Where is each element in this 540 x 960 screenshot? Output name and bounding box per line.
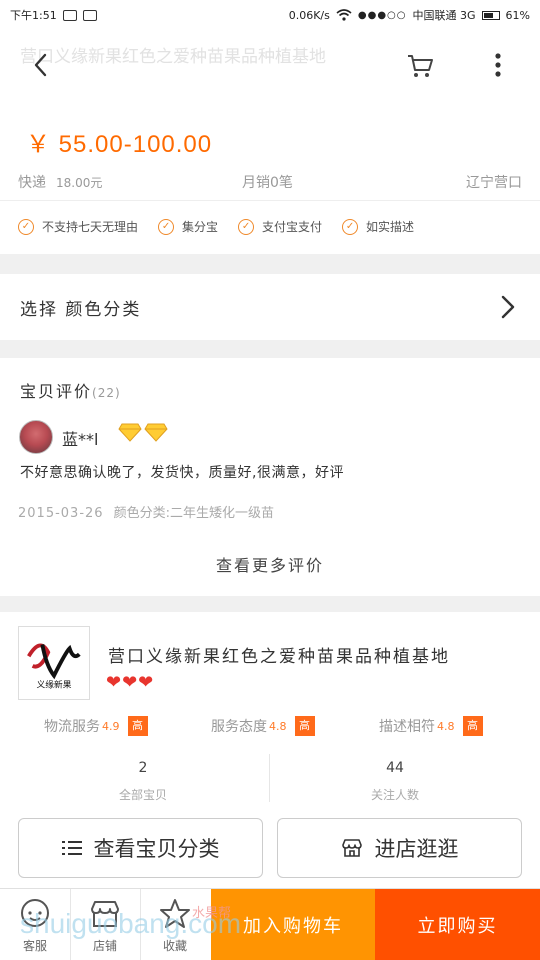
score-value: 4.8 xyxy=(437,719,455,733)
review-spec: 颜色分类:二年生矮化一级苗 xyxy=(113,506,274,521)
stat-total-items[interactable]: 2 全部宝贝 xyxy=(8,752,278,803)
shop-rating-hearts: ❤❤❤ xyxy=(106,672,155,693)
bottom-action-bar: 客服 店铺 收藏 加入购物车 立即购买 xyxy=(0,888,540,960)
shop-stats: 2 全部宝贝 44 关注人数 xyxy=(0,752,540,804)
price-range: ￥ 55.00-100.00 xyxy=(26,131,213,158)
stat-followers-label: 关注人数 xyxy=(370,788,419,802)
reviews-title[interactable]: 宝贝评价(22) xyxy=(20,378,121,402)
store-icon xyxy=(91,901,119,927)
check-circle-icon: ✓ xyxy=(18,218,34,235)
guarantee-item: ✓ 集分宝 xyxy=(158,218,218,235)
shipping-fee: 18.00元 xyxy=(56,176,103,190)
favorite-label: 收藏 xyxy=(162,939,187,953)
status-time: 下午1:51 xyxy=(10,9,57,22)
stat-followers[interactable]: 44 关注人数 xyxy=(260,752,530,803)
buy-now-button[interactable]: 立即购买 xyxy=(375,889,540,960)
shop-name[interactable]: 营口义缘新果红色之爱种苗果品种植基地 xyxy=(108,642,450,667)
price-section: ￥ 55.00-100.00 快递 18.00元 月销0笔 辽宁营口 ✓ 不支持七天… xyxy=(0,102,540,254)
reviews-title-label: 宝贝评价 xyxy=(20,382,93,401)
customer-service-label: 客服 xyxy=(22,939,47,953)
favorite-button[interactable]: 收藏 xyxy=(140,889,210,960)
avatar xyxy=(19,420,53,454)
review-meta: 2015-03-26 颜色分类:二年生矮化一级苗 xyxy=(18,502,274,521)
shipping-info: 快递 18.00元 xyxy=(18,172,102,192)
guarantee-label: 支付宝支付 xyxy=(262,220,323,234)
store-icon xyxy=(341,839,362,857)
battery-level: 61% xyxy=(505,8,530,22)
product-detail-screen: 下午1:51 0.06K/s ●●●○○ 中国联通 3G 61% 营口义缘新果红… xyxy=(0,0,540,960)
wifi-icon xyxy=(336,9,352,21)
divider xyxy=(0,200,540,201)
view-categories-button[interactable]: 查看宝贝分类 xyxy=(18,818,263,878)
enter-store-label: 进店逛逛 xyxy=(374,837,459,861)
battery-icon xyxy=(481,10,500,20)
notification-image-icon xyxy=(62,9,77,21)
guarantee-list[interactable]: ✓ 不支持七天无理由 ✓ 集分宝 ✓ 支付宝支付 ✓ 如实描述 xyxy=(18,218,414,235)
review-text: 不好意思确认晚了，发货快，质量好,很满意，好评 xyxy=(20,465,344,481)
review-username: 蓝**l xyxy=(62,430,99,449)
stat-total-items-label: 全部宝贝 xyxy=(118,788,167,802)
score-label: 物流服务 xyxy=(44,719,100,735)
ship-location: 辽宁营口 xyxy=(466,175,522,191)
score-tag: 高 xyxy=(462,716,483,736)
check-circle-icon: ✓ xyxy=(342,218,359,235)
customer-service-button[interactable]: 客服 xyxy=(0,889,70,960)
monthly-sales: 月销0笔 xyxy=(242,175,293,191)
cart-icon[interactable] xyxy=(405,50,435,80)
guarantee-item: ✓ 支付宝支付 xyxy=(238,218,322,235)
header-ghost-title: 营口义缘新果红色之爱种苗果品种植基地 xyxy=(20,47,326,67)
score-tag: 高 xyxy=(127,716,148,736)
diamond-icon xyxy=(144,423,168,442)
guarantee-label: 如实描述 xyxy=(366,220,415,234)
list-icon xyxy=(61,841,82,855)
score-label: 服务态度 xyxy=(211,719,267,735)
view-more-reviews-button[interactable]: 查看更多评价 xyxy=(0,552,540,576)
guarantee-item: ✓ 不支持七天无理由 xyxy=(18,218,138,235)
store-tab-label: 店铺 xyxy=(92,939,117,953)
notification-photo-icon xyxy=(82,9,97,21)
score-logistics: 物流服务 4.9 高 xyxy=(44,716,148,736)
review-date: 2015-03-26 xyxy=(18,506,104,521)
score-value: 4.9 xyxy=(102,719,120,733)
reviews-count: (22) xyxy=(92,386,121,400)
shop-section: 义缘新果 营口义缘新果红色之爱种苗果品种植基地 ❤❤❤ 物流服务 4.9 高 服务态… xyxy=(0,612,540,888)
top-nav: 营口义缘新果红色之爱种苗果品种植基地 xyxy=(0,30,540,102)
score-tag: 高 xyxy=(294,716,315,736)
diamond-icon xyxy=(118,423,142,442)
shop-logo-text: 义缘新果 xyxy=(37,678,72,690)
score-label: 描述相符 xyxy=(379,719,435,735)
store-tab-button[interactable]: 店铺 xyxy=(70,889,140,960)
score-service: 服务态度 4.8 高 xyxy=(211,716,315,736)
chevron-right-icon xyxy=(501,295,515,319)
score-value: 4.8 xyxy=(269,719,287,733)
user-level-badges xyxy=(118,422,168,442)
guarantee-item: ✓ 如实描述 xyxy=(342,218,414,235)
back-icon[interactable] xyxy=(26,50,56,80)
carrier: 中国联通 3G xyxy=(412,9,476,22)
more-vertical-icon[interactable] xyxy=(486,50,510,80)
status-bar: 下午1:51 0.06K/s ●●●○○ 中国联通 3G 61% xyxy=(0,0,540,30)
stat-total-items-value: 2 xyxy=(138,760,148,776)
check-circle-icon: ✓ xyxy=(158,218,175,235)
sku-selector[interactable]: 选择 颜色分类 xyxy=(0,274,540,340)
net-speed: 0.06K/s xyxy=(288,8,330,22)
signal-dots-icon: ●●●○○ xyxy=(357,9,407,21)
sku-label: 选择 颜色分类 xyxy=(20,299,142,320)
enter-store-button[interactable]: 进店逛逛 xyxy=(277,818,522,878)
check-circle-icon: ✓ xyxy=(238,218,255,235)
guarantee-label: 集分宝 xyxy=(182,220,219,234)
score-description: 描述相符 4.8 高 xyxy=(379,716,483,736)
shop-logo[interactable]: 义缘新果 xyxy=(18,626,90,700)
star-icon xyxy=(160,899,190,928)
shipping-label: 快递 xyxy=(18,175,46,191)
reviews-section: 宝贝评价(22) 蓝**l 不好意思确认晚了，发货快，质量好,很满意，好评 20… xyxy=(0,358,540,596)
guarantee-label: 不支持七天无理由 xyxy=(42,220,139,234)
stat-followers-value: 44 xyxy=(386,760,404,776)
chat-bubble-icon xyxy=(21,899,49,927)
add-to-cart-button[interactable]: 加入购物车 xyxy=(211,889,375,960)
view-categories-label: 查看宝贝分类 xyxy=(93,837,220,861)
